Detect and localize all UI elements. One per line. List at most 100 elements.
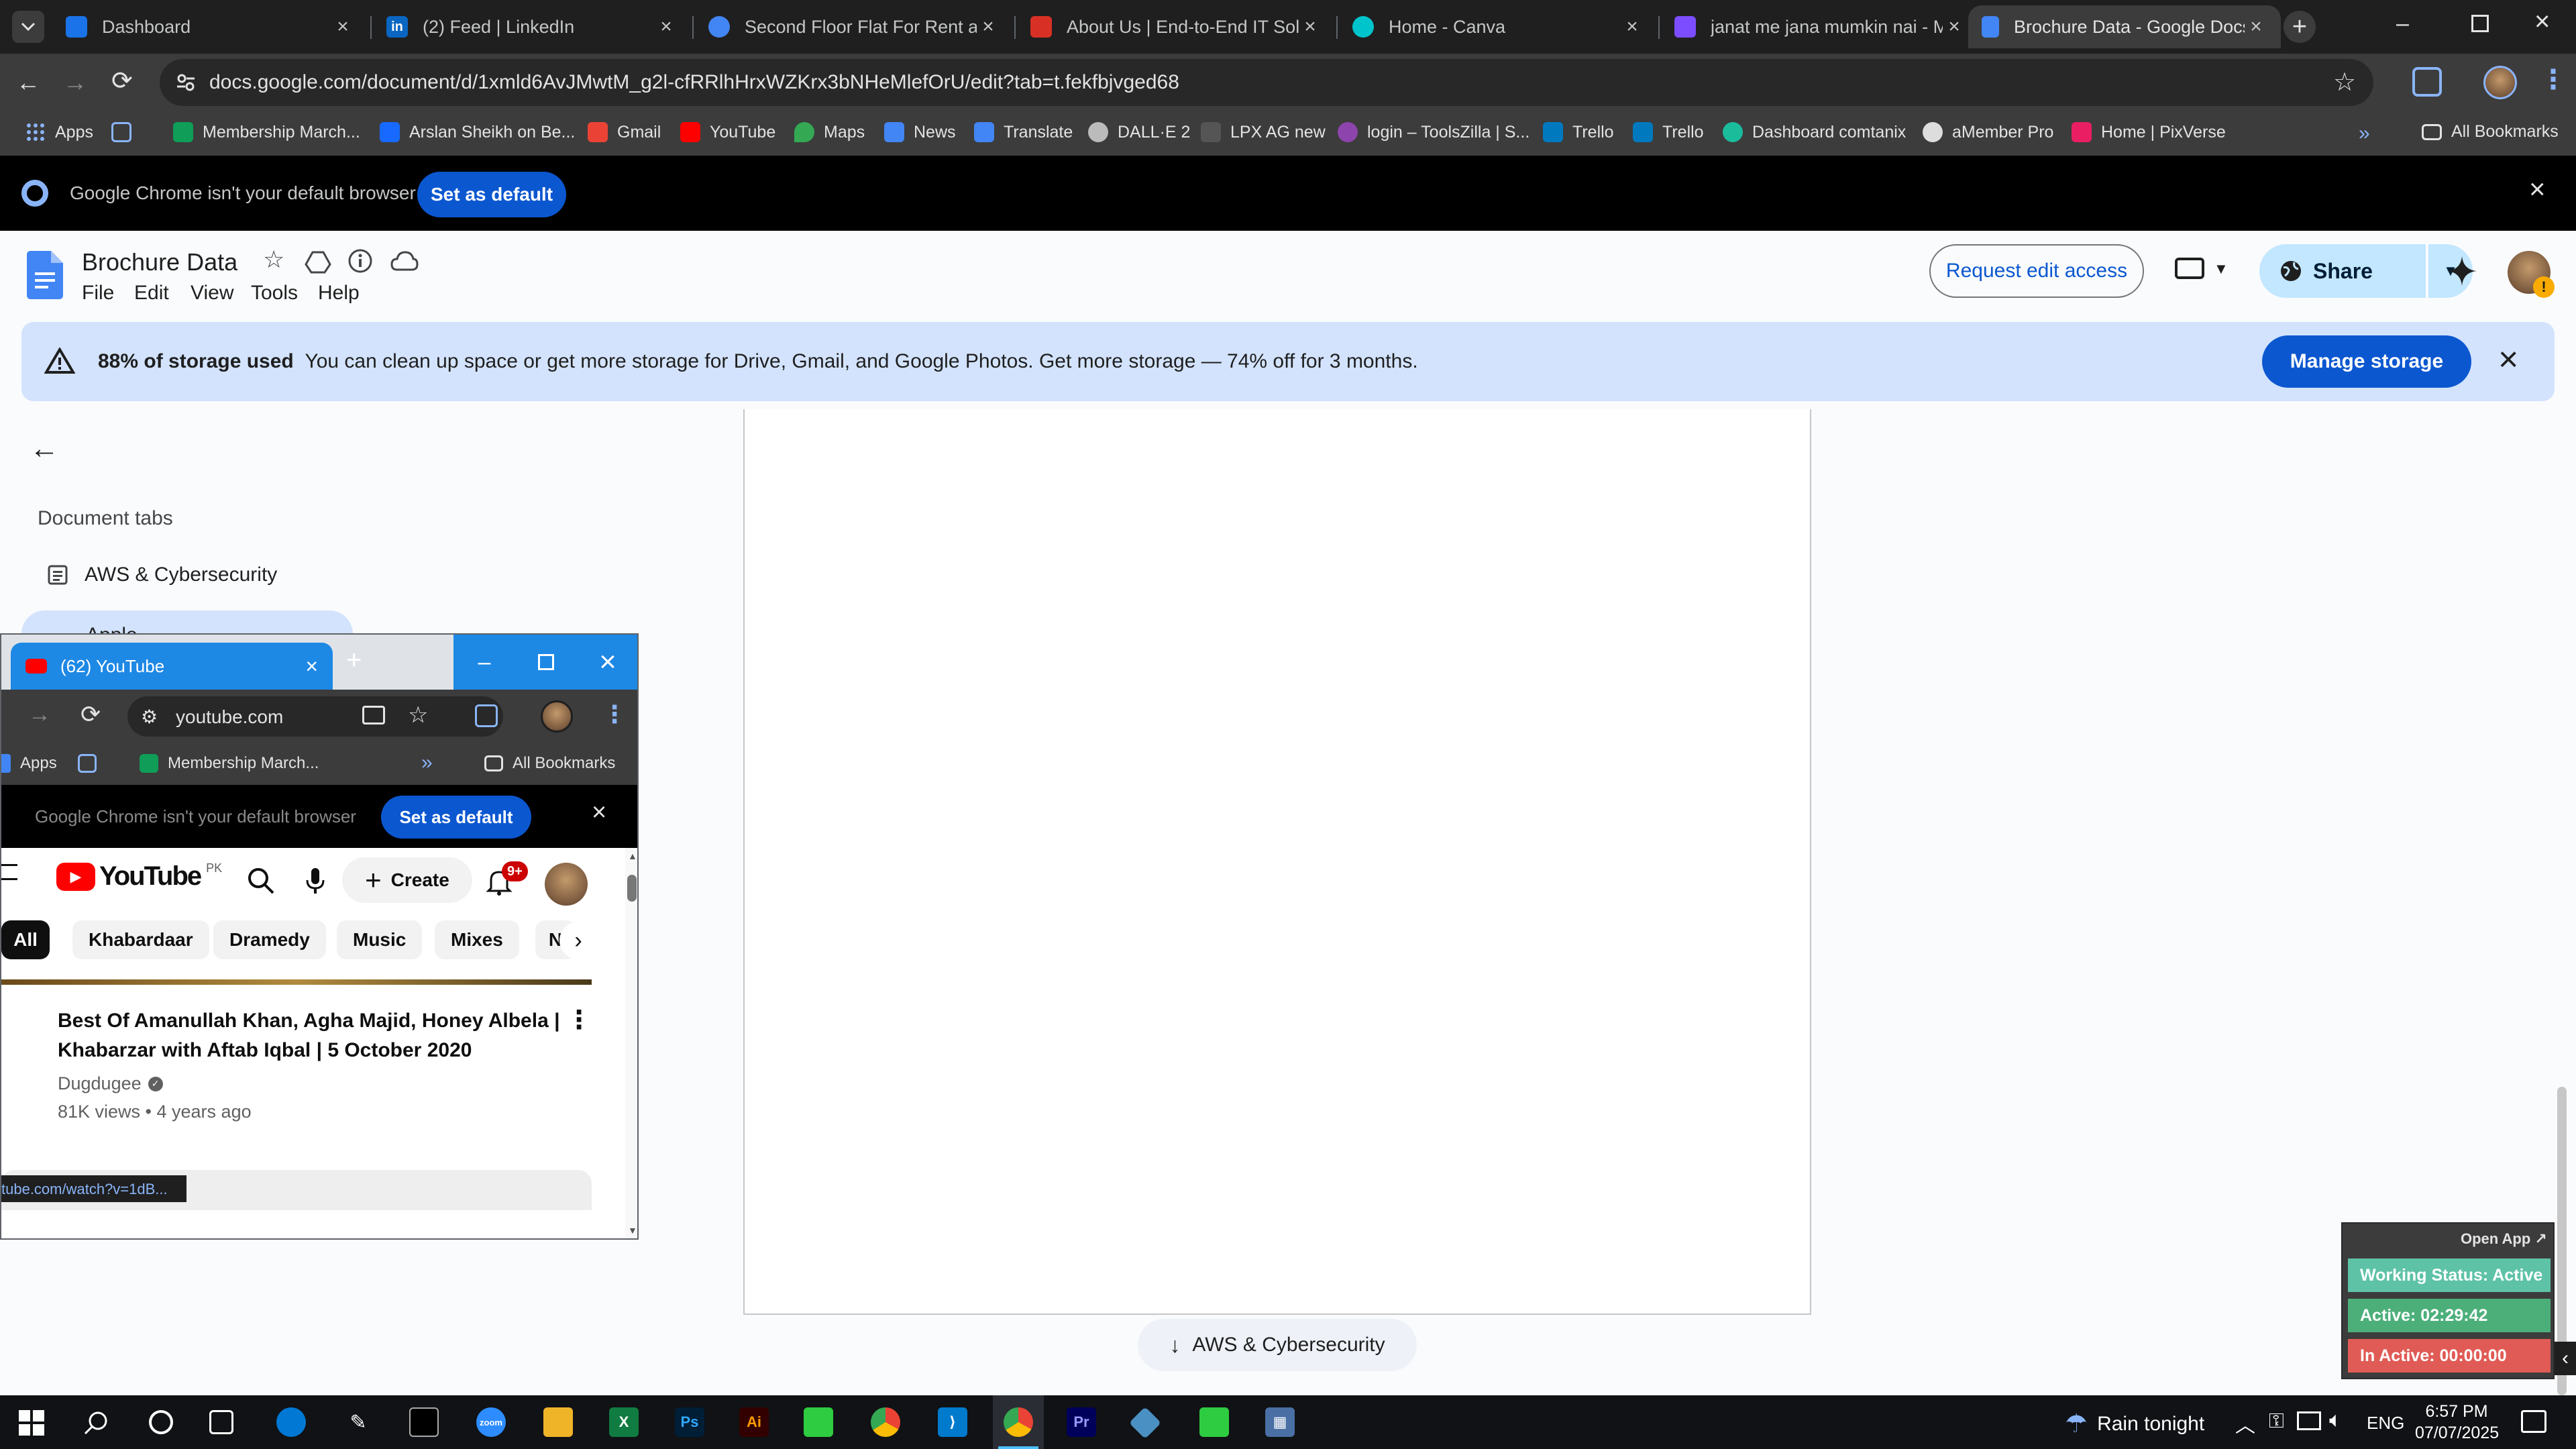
terminal-icon[interactable] [409,1407,439,1437]
bookmark-item[interactable]: login – ToolsZilla | S... [1338,122,1529,142]
gemini-sparkle-icon[interactable] [2447,256,2477,286]
address-bar[interactable]: ⚙ youtube.com ☆ [127,696,503,737]
youtube-logo[interactable]: ▶ YouTube PK [56,861,222,892]
bookmark-star-icon[interactable]: ☆ [408,702,428,729]
close-icon[interactable]: × [655,15,678,38]
browser-tab[interactable]: Second Floor Flat For Rent at A × [695,5,1013,48]
close-icon[interactable]: × [305,654,318,679]
weather-widget[interactable]: ☂ Rain tonight [2065,1409,2204,1439]
browser-tab[interactable]: Home - Canva × [1339,5,1657,48]
chrome-icon[interactable] [871,1407,900,1437]
network-icon[interactable] [2297,1411,2321,1430]
restore-button[interactable] [2471,15,2489,32]
reload-button[interactable]: ⟳ [111,66,133,96]
notification-center-icon[interactable] [2521,1410,2546,1433]
chevron-up-icon[interactable]: ︿ [2235,1409,2255,1438]
menu-kebab-icon[interactable]: ⋮ [2540,64,2567,95]
new-tab-button[interactable]: + [2284,11,2316,43]
move-to-drive-icon[interactable] [305,251,331,274]
app-icon[interactable] [1128,1406,1162,1440]
bookmark-tab-groups[interactable] [78,754,106,773]
address-bar[interactable]: docs.google.com/document/d/1xmld6AvJMwtM… [160,59,2373,106]
extensions-icon[interactable] [475,704,498,727]
clock[interactable]: 6:57 PM 07/07/2025 [2415,1401,2499,1444]
info-icon[interactable] [347,248,373,274]
minimize-button[interactable]: – [453,635,515,690]
file-explorer-icon[interactable] [543,1407,573,1437]
profile-avatar[interactable] [2483,66,2517,99]
bookmark-item[interactable]: LPX AG new [1201,122,1326,142]
document-title[interactable]: Brochure Data [82,248,237,276]
share-button[interactable]: Share [2259,244,2426,298]
bookmark-tab-groups[interactable] [111,122,141,142]
illustrator-icon[interactable]: Ai [739,1407,769,1437]
task-view-icon[interactable] [209,1410,233,1434]
close-icon[interactable]: × [1621,15,1644,38]
manage-storage-button[interactable]: Manage storage [2262,335,2471,388]
widget-collapse-chevron-icon[interactable]: ‹ [2555,1342,2576,1375]
app-icon[interactable] [804,1407,833,1437]
chevron-right-icon[interactable]: › [559,922,597,959]
bookmark-item[interactable]: YouTube [680,122,775,142]
chevron-down-icon[interactable]: ▼ [2214,260,2229,278]
reload-button[interactable]: ⟳ [80,700,101,729]
youtube-scrollbar[interactable]: ▲ ▼ [625,848,637,1238]
bookmark-item[interactable]: Trello [1633,122,1704,142]
extensions-icon[interactable] [2412,67,2442,97]
new-tab-button[interactable]: + [346,645,362,676]
bookmark-item[interactable]: Membership March... [140,754,319,773]
install-app-icon[interactable] [362,706,385,724]
video-thumbnail-edge[interactable] [1,979,592,985]
close-icon[interactable]: × [2245,15,2267,38]
chip[interactable]: Music [337,920,423,959]
bookmark-item[interactable]: Home | PixVerse [2072,122,2226,142]
browser-tab[interactable]: About Us | End-to-End IT Soluti × [1017,5,1335,48]
forward-button[interactable]: → [28,702,51,728]
zoom-icon[interactable]: zoom [476,1407,506,1437]
calculator-icon[interactable]: ▦ [1265,1407,1295,1437]
search-icon[interactable] [83,1410,109,1436]
close-icon[interactable]: × [2498,339,2518,380]
hamburger-menu-icon[interactable] [1,864,17,880]
minimize-button[interactable]: – [2396,11,2409,37]
more-bookmarks-chevron-icon[interactable]: » [421,751,433,774]
chrome-active-icon[interactable] [993,1395,1044,1449]
bookmark-item[interactable]: News [884,122,956,142]
edge-icon[interactable] [276,1407,306,1437]
close-icon[interactable]: × [1299,15,1322,38]
close-icon[interactable]: × [1943,15,1966,38]
bookmark-item[interactable]: aMember Pro [1923,122,2053,142]
cloud-saved-icon[interactable] [390,251,419,271]
scrollbar-thumb[interactable] [627,875,637,902]
volume-icon[interactable]: 🔈︎ [2329,1407,2342,1433]
open-app-link[interactable]: Open App ↗ [2461,1230,2547,1248]
close-icon[interactable]: × [2529,173,2546,205]
bookmark-apps[interactable]: Apps [1,754,57,773]
bookmark-item[interactable]: Trello [1543,122,1614,142]
windows-start-icon[interactable] [19,1410,44,1436]
site-info-icon[interactable]: ⚙ [141,706,158,728]
app-icon[interactable] [1199,1407,1229,1437]
language-indicator[interactable]: ENG [2367,1413,2404,1434]
browser-tab[interactable]: Dashboard × [52,5,368,48]
chip[interactable]: Dramedy [213,920,326,959]
close-icon[interactable]: × [592,798,606,827]
search-icon[interactable] [247,867,275,895]
chip-all[interactable]: All [1,920,50,959]
excel-icon[interactable]: X [609,1407,639,1437]
site-info-icon[interactable] [176,72,196,93]
all-bookmarks-button[interactable]: All Bookmarks [2422,122,2559,142]
doc-tab-item[interactable]: AWS & Cybersecurity [47,564,277,586]
docs-logo-icon[interactable] [27,251,63,299]
microphone-icon[interactable] [306,867,325,895]
set-default-button[interactable]: Set as default [417,172,566,217]
video-title[interactable]: Best Of Amanullah Khan, Agha Majid, Hone… [58,1006,568,1065]
document-page[interactable] [743,409,1811,1315]
browser-tab-active[interactable]: Brochure Data - Google Docs × [1968,5,2281,48]
channel-name[interactable]: Dugdugee ✓ [58,1073,163,1094]
bookmark-star-icon[interactable]: ☆ [2333,67,2356,97]
premiere-icon[interactable]: Pr [1067,1407,1096,1437]
menu-view[interactable]: View [191,282,233,305]
menu-help[interactable]: Help [318,282,360,305]
set-default-button[interactable]: Set as default [381,796,531,839]
